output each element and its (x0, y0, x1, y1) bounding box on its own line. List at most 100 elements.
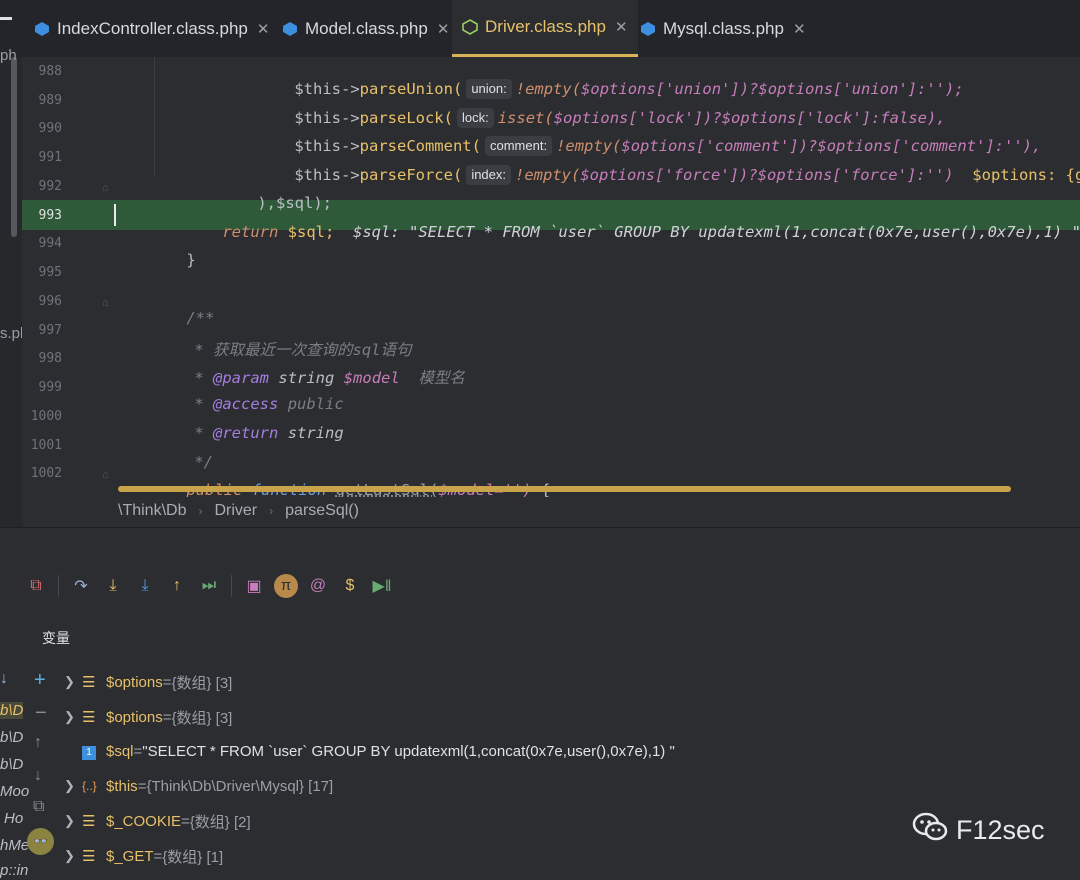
chevron-right-icon[interactable]: ❯ (64, 813, 82, 829)
frame-item[interactable]: hMe (0, 837, 29, 854)
code-line: $this->parseForce(index: !empty($options[… (294, 165, 1080, 185)
watermark-text: F12sec (956, 815, 1045, 845)
array-icon: ☰ (82, 848, 96, 865)
breadcrumb-item-namespace[interactable]: \Think\Db (118, 502, 186, 520)
line-number: 994 (38, 236, 62, 251)
php-class-icon (282, 21, 298, 37)
breadcrumb-item-class[interactable]: Driver (214, 502, 257, 520)
php-class-icon (640, 21, 656, 37)
line-number: 1001 (30, 438, 62, 453)
debug-toolbar: ⧉ ↷ ⤓ ⤓ ↑ ⏭ ▣ π @ $ ▶‖ (20, 573, 398, 599)
chevron-right-icon[interactable]: ❯ (64, 709, 82, 725)
object-icon: {..} (82, 779, 97, 793)
frame-item[interactable]: b\D (0, 702, 24, 719)
frame-item[interactable]: p::in (0, 862, 28, 879)
tab-label: Mysql.class.php (663, 18, 784, 38)
add-watch-icon[interactable]: + (34, 669, 46, 692)
frame-item[interactable]: Moo (0, 783, 29, 800)
step-out-icon[interactable]: ↑ (161, 573, 193, 599)
move-down-icon[interactable]: ↓ (34, 767, 42, 785)
menu-icon[interactable] (0, 17, 12, 20)
file-name-clip: ph (0, 47, 17, 64)
watermark: F12sec (912, 812, 1045, 849)
fold-marker-icon[interactable]: ⌂ (102, 297, 109, 309)
close-icon[interactable]: ✕ (437, 20, 450, 38)
variable-row[interactable]: ❯ {..} $this = {Think\Db\Driver\Mysql} [… (64, 769, 333, 803)
run-to-cursor-icon[interactable]: ⏭ (193, 573, 225, 599)
line-number: 988 (38, 64, 62, 79)
variable-row[interactable]: ❯ ☰ $_COOKIE = {数组} [2] (64, 804, 251, 838)
step-over-icon[interactable]: ↷ (65, 573, 97, 599)
watch-icon[interactable]: @ (302, 573, 334, 599)
line-number: 1002 (30, 466, 62, 481)
code-editor[interactable]: 988 989 990 991 992 993 994 995 996 997 … (22, 57, 1080, 497)
chevron-right-icon[interactable]: ❯ (64, 848, 82, 864)
frames-down-arrow-icon[interactable]: ↓ (0, 670, 8, 688)
wechat-icon (912, 812, 948, 849)
evaluate-icon[interactable]: π (270, 573, 302, 599)
copy-icon[interactable]: ⧉ (33, 798, 44, 816)
variable-icon[interactable]: $ (334, 573, 366, 599)
step-into-icon[interactable]: ⤓ (97, 573, 129, 599)
code-line: return $sql; $sql: "SELECT * FROM `user`… (222, 223, 1080, 241)
string-icon: 1 (82, 742, 100, 760)
move-up-icon[interactable]: ↑ (34, 734, 42, 752)
php-class-icon (34, 21, 50, 37)
php-abstract-class-icon (462, 19, 478, 35)
variable-row[interactable]: ❯ ☰ $_GET = {数组} [1] (64, 839, 223, 873)
tab-model[interactable]: Model.class.php ✕ (282, 0, 449, 57)
line-number: 998 (38, 351, 62, 366)
text-cursor (114, 204, 116, 226)
line-number: 989 (38, 93, 62, 108)
tab-index-controller[interactable]: IndexController.class.php ✕ (34, 0, 269, 57)
variable-row[interactable]: ❯ ☰ $options = {数组} [3] (64, 700, 232, 734)
line-number: 995 (38, 265, 62, 280)
frame-item[interactable]: b\D (0, 729, 23, 746)
resume-icon[interactable]: ▶‖ (366, 573, 398, 599)
line-number: 999 (38, 380, 62, 395)
console-icon[interactable]: ▣ (238, 573, 270, 599)
array-icon: ☰ (82, 813, 96, 830)
array-icon: ☰ (82, 709, 96, 726)
variable-row[interactable]: 1 $sql = "SELECT * FROM `user` GROUP BY … (64, 734, 675, 768)
variable-row[interactable]: ❯ ☰ $options = {数组} [3] (64, 665, 232, 699)
toolbar-divider (231, 575, 232, 597)
line-number: 993 (38, 208, 62, 223)
array-icon: ☰ (82, 674, 96, 691)
force-step-into-icon[interactable]: ⤓ (129, 573, 161, 599)
close-icon[interactable]: ✕ (615, 18, 628, 36)
remove-watch-icon[interactable]: − (35, 702, 47, 725)
line-number: 990 (38, 121, 62, 136)
tab-label: Model.class.php (305, 18, 428, 38)
layout-icon[interactable]: ⧉ (20, 573, 52, 599)
tab-label: IndexController.class.php (57, 18, 248, 38)
chevron-right-icon[interactable]: ❯ (64, 674, 82, 690)
frame-item[interactable]: b\D (0, 756, 23, 773)
fold-marker-icon[interactable]: ⌂ (102, 469, 109, 481)
scroll-thumb[interactable] (11, 57, 17, 237)
chevron-right-icon[interactable]: ❯ (64, 778, 82, 794)
indent-guide (154, 57, 155, 177)
line-number: 992 (38, 179, 62, 194)
project-panel-clip: ph s.pl (0, 47, 24, 527)
breadcrumb: \Think\Db › Driver › parseSql() (105, 497, 1080, 525)
horizontal-scrollbar[interactable] (118, 486, 1011, 492)
tab-label: Driver.class.php (485, 17, 606, 36)
close-icon[interactable]: ✕ (257, 20, 270, 38)
line-number: 996 (38, 294, 62, 309)
variables-section-label: 变量 (42, 630, 70, 646)
file-name-clip: s.pl (0, 325, 24, 342)
chevron-right-icon: › (269, 504, 274, 518)
line-number: 1000 (30, 409, 62, 424)
fold-marker-icon[interactable]: ⌂ (102, 182, 109, 194)
line-number: 997 (38, 323, 62, 338)
tab-mysql[interactable]: Mysql.class.php ✕ (640, 0, 806, 57)
glasses-icon[interactable]: 👓 (27, 828, 54, 855)
frame-item[interactable]: Ho (4, 810, 23, 827)
toolbar-divider (58, 575, 59, 597)
breadcrumb-item-method[interactable]: parseSql() (285, 502, 359, 520)
code-line: } (186, 251, 196, 269)
tab-driver[interactable]: Driver.class.php ✕ (452, 0, 638, 57)
editor-tab-bar: IndexController.class.php ✕ Model.class.… (0, 0, 1080, 58)
close-icon[interactable]: ✕ (793, 20, 806, 38)
